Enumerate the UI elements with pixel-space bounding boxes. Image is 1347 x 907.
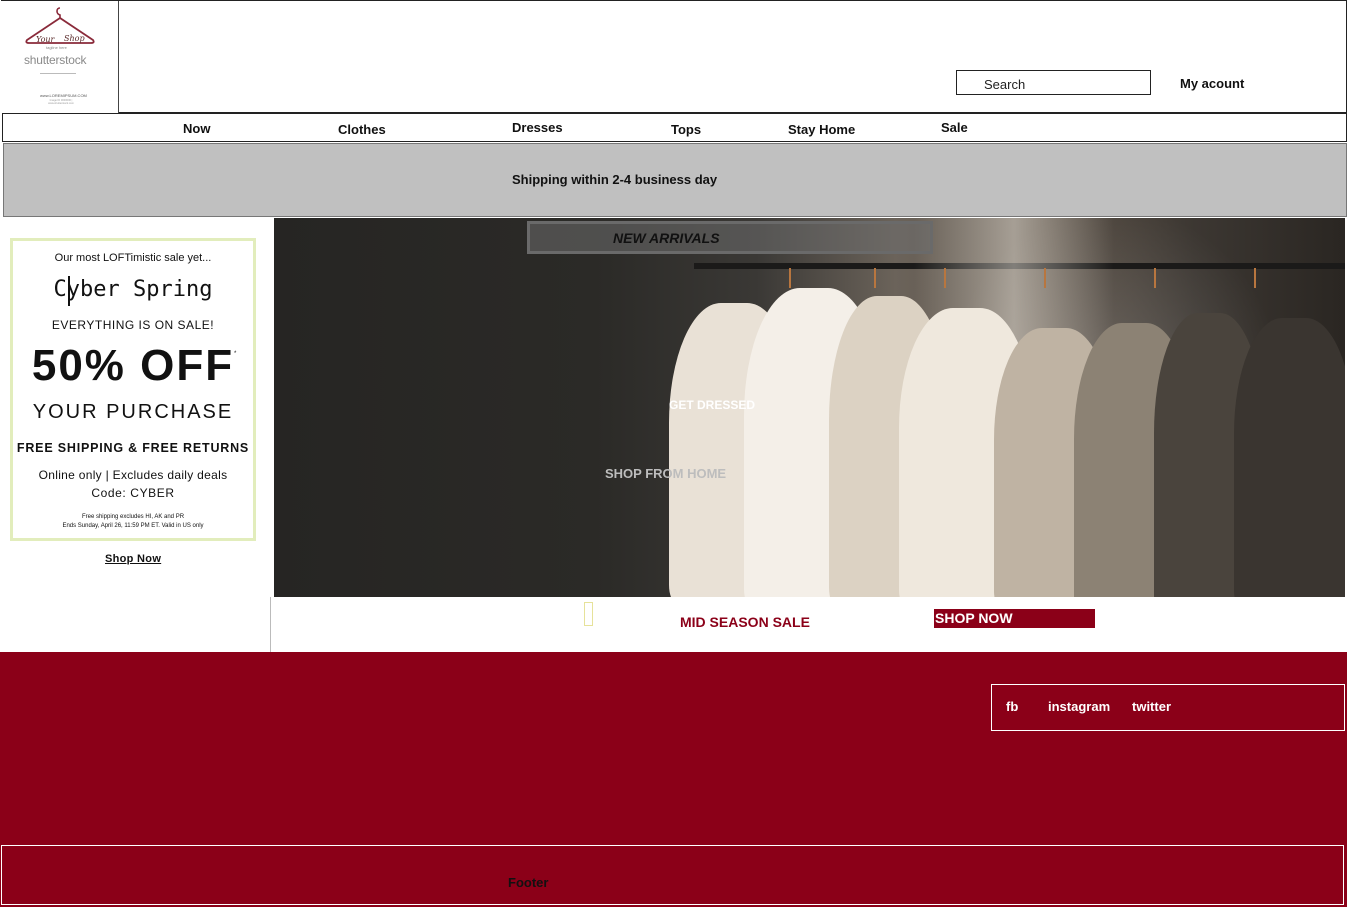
facebook-link[interactable]: fb (1006, 699, 1018, 714)
nav-item-tops[interactable]: Tops (671, 122, 701, 137)
main-nav: Now Clothes Dresses Tops Stay Home Sale (2, 113, 1347, 142)
hanger (944, 268, 946, 288)
nav-item-dresses[interactable]: Dresses (512, 120, 563, 135)
promo-discount: 50% OFF (31, 341, 235, 390)
nav-item-stay-home[interactable]: Stay Home (788, 122, 855, 137)
logo-divider (40, 73, 76, 74)
hanger (1154, 268, 1156, 288)
logo-fine-print: Image ID 0000000 | www.shutterstock.com (48, 99, 74, 105)
promo-shop-now-link[interactable]: Shop Now (105, 553, 161, 565)
hero-image[interactable] (274, 218, 1345, 597)
new-arrivals-banner[interactable] (527, 221, 933, 254)
promo-fine-print-2: Ends Sunday, April 26, 11:59 PM ET. Vali… (62, 523, 204, 529)
promo-online-only: Online only | Excludes daily deals (38, 468, 228, 482)
promo-title: Cyber Spring (53, 277, 213, 302)
sale-strip-marker (584, 602, 593, 626)
account-link[interactable]: My acount (1180, 76, 1244, 91)
promo-free-shipping: FREE SHIPPING & FREE RETURNS (16, 441, 250, 455)
twitter-link[interactable]: twitter (1132, 699, 1171, 714)
promo-fine-print-1: Free shipping excludes HI, AK and PR (81, 514, 185, 520)
shop-now-button[interactable]: SHOP NOW (934, 609, 1095, 628)
nav-item-clothes[interactable]: Clothes (338, 122, 386, 137)
dress (1234, 318, 1345, 597)
site-header (1, 0, 1347, 113)
instagram-link[interactable]: instagram (1048, 699, 1110, 714)
hanger (874, 268, 876, 288)
hanger (1044, 268, 1046, 288)
promo-everything: EVERYTHING IS ON SALE! (51, 318, 215, 332)
promo-code: Code: CYBER (91, 486, 175, 500)
promo-discount-mark: * (234, 351, 237, 357)
logo-url: www.LOREMIPSUM.COM (40, 93, 87, 98)
hanger-icon (25, 7, 95, 44)
logo-tagline: tagline here (46, 45, 67, 50)
footer (1, 845, 1344, 905)
shop-from-home-text: SHOP FROM HOME (605, 466, 727, 481)
hanger (1254, 268, 1256, 288)
search-input[interactable]: Search (956, 70, 1151, 95)
footer-label: Footer (508, 875, 549, 890)
mid-season-sale-label: MID SEASON SALE (680, 614, 810, 630)
shipping-text: Shipping within 2-4 business day (512, 172, 718, 187)
nav-item-now[interactable]: Now (183, 121, 210, 136)
promo-card[interactable]: Our most LOFTimistic sale yet... Cyber S… (10, 238, 256, 541)
promo-tagline: Our most LOFTimistic sale yet... (54, 252, 212, 264)
promo-purchase: YOUR PURCHASE (32, 401, 234, 423)
get-dressed-text: GET DRESSED (669, 398, 756, 412)
new-arrivals-label: NEW ARRIVALS (613, 230, 720, 246)
logo-watermark: shutterstock (24, 53, 87, 67)
nav-item-sale[interactable]: Sale (941, 120, 968, 135)
logo-script-shop: Shop (64, 34, 85, 43)
logo-script-your: Your (36, 35, 55, 44)
hanger (789, 268, 791, 288)
